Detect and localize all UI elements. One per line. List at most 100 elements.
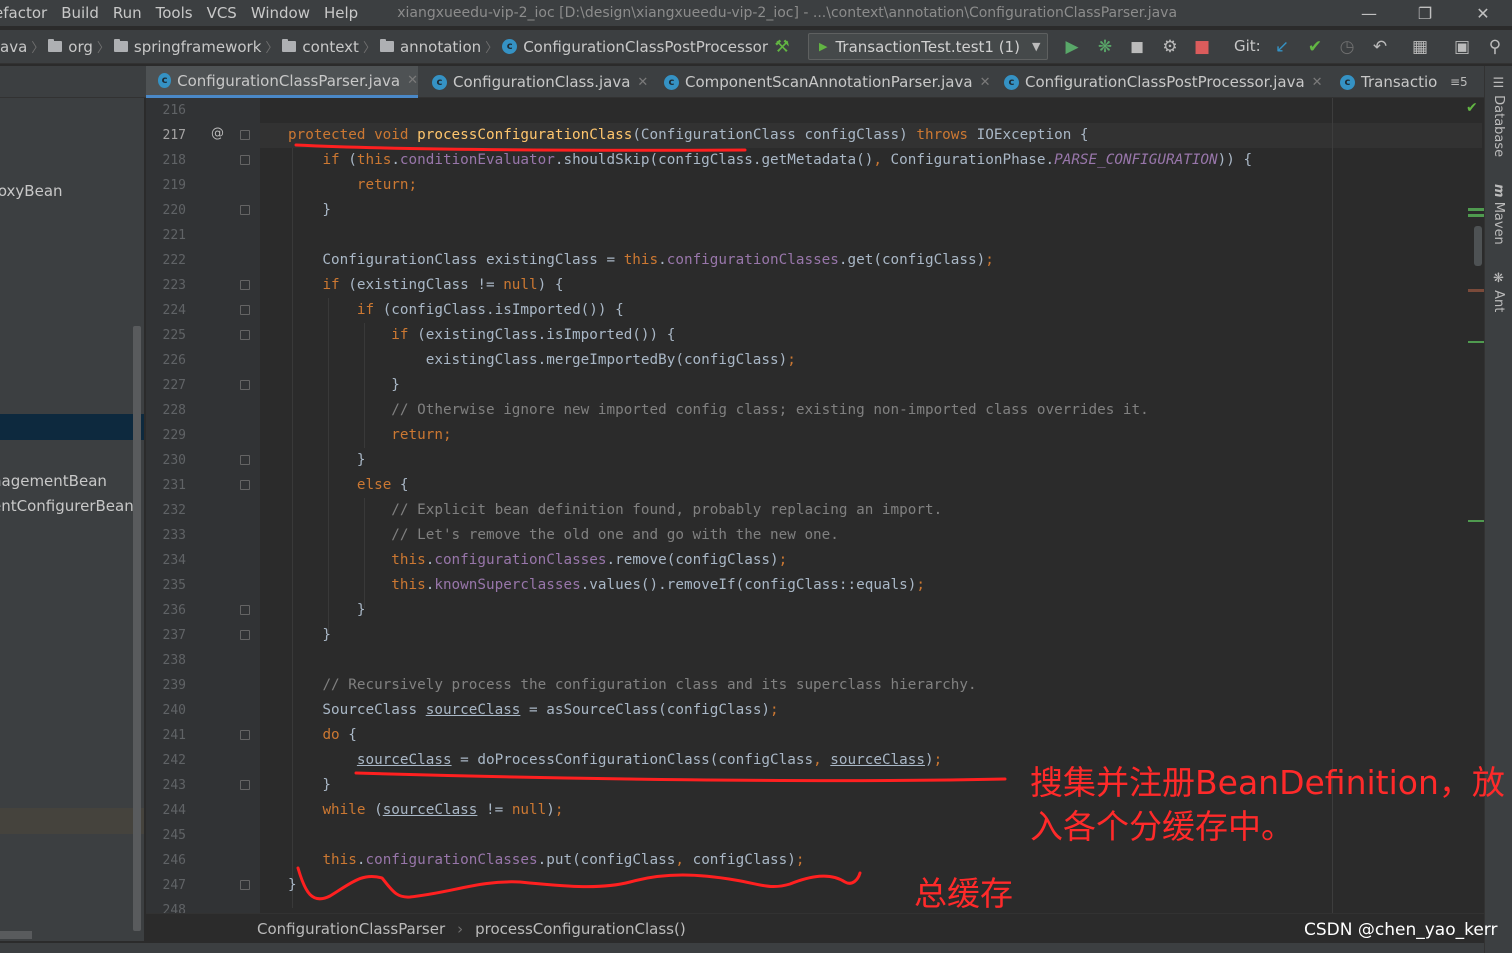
tab-configuration-class[interactable]: c ConfigurationClass.java ✕ (420, 66, 652, 98)
code-token: null (503, 277, 538, 293)
tab-component-scan-annotation-parser[interactable]: c ComponentScanAnnotationParser.java ✕ (652, 66, 992, 98)
editor-scrollbar[interactable] (1474, 226, 1482, 266)
build-hammer-icon[interactable]: ⚒ (770, 35, 794, 59)
code-line: existingClass.mergeImportedBy(configClas… (288, 348, 796, 373)
close-tab-icon[interactable]: ✕ (637, 75, 648, 90)
git-history-icon[interactable]: ◷ (1335, 35, 1359, 59)
breadcrumb-method[interactable]: processConfigurationClass() (475, 920, 686, 938)
tab-configuration-class-post-processor[interactable]: c ConfigurationClassPostProcessor.java ✕ (992, 66, 1328, 98)
run-configuration-select[interactable]: ▶ TransactionTest.test1 (1) ▼ (808, 33, 1048, 60)
annotation-note-collect: 搜集并注册BeanDefinition，放 (1030, 763, 1505, 802)
close-tab-icon[interactable]: ✕ (1312, 75, 1323, 90)
fold-toggle-icon[interactable] (240, 630, 250, 640)
ant-tool-tab[interactable]: ❋ Ant (1491, 271, 1506, 312)
stop-icon[interactable]: ■ (1190, 35, 1214, 59)
code-line: // Recursively process the configuration… (288, 673, 976, 698)
project-horizontal-scrollbar[interactable] (0, 931, 32, 939)
fold-toggle-icon[interactable] (240, 280, 250, 290)
git-update-icon[interactable]: ↙ (1270, 35, 1294, 59)
fold-toggle-icon[interactable] (240, 880, 250, 890)
fold-toggle-icon[interactable] (240, 205, 250, 215)
folder-icon (48, 39, 63, 52)
code-token: ; (770, 702, 779, 718)
fold-toggle-icon[interactable] (240, 780, 250, 790)
menu-vcs[interactable]: VCS (200, 4, 244, 22)
folder-icon (282, 39, 297, 52)
fold-toggle-icon[interactable] (240, 305, 250, 315)
git-commit-icon[interactable]: ✔ (1303, 35, 1327, 59)
line-number: 242 (162, 753, 186, 768)
nav-crumb-context[interactable]: context 〉 (282, 37, 380, 56)
search-icon[interactable]: ⚲ (1483, 35, 1507, 59)
nav-crumb-springframework[interactable]: springframework 〉 (113, 37, 283, 56)
code-token: } (288, 602, 366, 618)
fold-toggle-icon[interactable] (240, 330, 250, 340)
menu-build[interactable]: Build (54, 4, 106, 22)
fold-toggle-icon[interactable] (240, 130, 250, 140)
code-line: sourceClass = doProcessConfigurationClas… (288, 748, 942, 773)
fold-toggle-icon[interactable] (240, 480, 250, 490)
git-rollback-icon[interactable]: ↶ (1368, 35, 1392, 59)
menu-run[interactable]: Run (106, 4, 149, 22)
debug-icon[interactable]: ❋ (1093, 35, 1117, 59)
code-token: ConfigurationPhase. (881, 152, 1055, 168)
restore-icon[interactable]: ❐ (1402, 0, 1448, 26)
line-number: 218 (162, 153, 186, 168)
minimize-icon[interactable]: — (1346, 0, 1392, 26)
fold-toggle-icon[interactable] (240, 605, 250, 615)
run-icon[interactable]: ▶ (1060, 35, 1084, 59)
nav-crumb-class[interactable]: c ConfigurationClassPostProcessor (502, 38, 768, 56)
close-tab-icon[interactable]: ✕ (407, 73, 418, 88)
terminal-icon[interactable]: ▣ (1450, 35, 1474, 59)
profile-icon[interactable]: ⚙ (1158, 35, 1182, 59)
project-tree-item-muted[interactable] (0, 808, 144, 834)
maven-tool-tab[interactable]: m Maven (1491, 184, 1506, 245)
override-marker-icon[interactable]: @ (211, 126, 224, 141)
code-token: // Explicit bean definition found, proba… (391, 502, 943, 518)
project-tree-item[interactable]: entConfigurerBean (0, 493, 144, 519)
project-scrollbar[interactable] (133, 326, 141, 931)
fold-toggle-icon[interactable] (240, 730, 250, 740)
fold-toggle-icon[interactable] (240, 455, 250, 465)
chevron-right-icon: 〉 (96, 41, 110, 56)
menu-help[interactable]: Help (317, 4, 365, 22)
fold-toggle-icon[interactable] (240, 380, 250, 390)
line-number: 216 (162, 103, 186, 118)
chevron-right-icon: 〉 (265, 41, 279, 56)
code-line: if (existingClass != null) { (288, 273, 563, 298)
change-marker (1468, 214, 1484, 217)
nav-crumb-org[interactable]: org 〉 (48, 37, 114, 56)
tab-configuration-class-parser[interactable]: c ConfigurationClassParser.java ✕ (146, 66, 418, 98)
project-tree-item-selected[interactable] (0, 414, 144, 440)
menu-refactor[interactable]: efactor (0, 4, 54, 22)
code-token: ( (339, 152, 357, 168)
code-token: .get(configClass) (838, 252, 986, 268)
line-number: 228 (162, 403, 186, 418)
code-token: sourceClass (382, 802, 478, 818)
code-token: do (322, 727, 340, 743)
nav-crumb-label: springframework (133, 37, 262, 56)
tab-overflow-button[interactable]: ≡5 (1442, 66, 1484, 98)
line-number: 235 (162, 578, 186, 593)
nav-crumb-annotation[interactable]: annotation 〉 (379, 37, 502, 56)
class-icon: c (158, 73, 172, 88)
menu-window[interactable]: Window (244, 4, 317, 22)
menu-tools[interactable]: Tools (149, 4, 200, 22)
breadcrumb-class[interactable]: ConfigurationClassParser (257, 920, 445, 938)
database-tool-tab[interactable]: ☰ Database (1491, 76, 1506, 157)
close-window-icon[interactable]: ✕ (1460, 0, 1506, 26)
fold-toggle-icon[interactable] (240, 155, 250, 165)
nav-crumb-java[interactable]: ava 〉 (0, 37, 48, 57)
line-number: 240 (162, 703, 186, 718)
project-tree-item[interactable]: nagementBean (0, 468, 144, 494)
code-token: else (356, 477, 392, 493)
code-token: configurationClasses (666, 252, 839, 268)
close-tab-icon[interactable]: ✕ (980, 75, 991, 90)
tab-transaction[interactable]: c Transactio (1328, 66, 1442, 98)
navigation-bar: ava 〉 org 〉 springframework 〉 context 〉 anno… (0, 30, 1512, 64)
project-tree-item[interactable]: roxyBean (0, 178, 144, 204)
code-token: ; (778, 552, 788, 568)
coverage-icon[interactable]: ◼ (1125, 35, 1149, 59)
project-structure-icon[interactable]: ▦ (1408, 35, 1432, 59)
